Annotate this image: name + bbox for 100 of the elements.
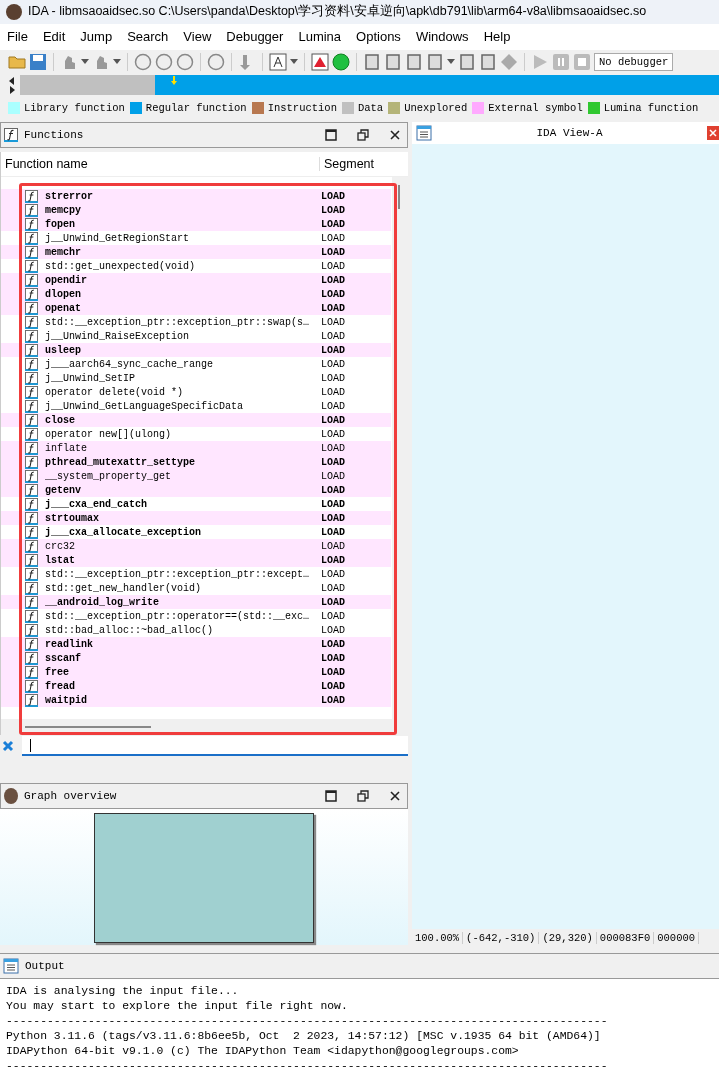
column-header[interactable]: Segment [320, 157, 375, 172]
save-icon[interactable] [29, 52, 47, 71]
menu-item[interactable]: Jump [79, 29, 121, 45]
function-icon [25, 651, 38, 665]
segment-name: LOAD [321, 260, 345, 272]
function-name: strtoumax [45, 512, 100, 524]
function-icon [25, 595, 38, 609]
function-name: std::get_unexpected(void) [45, 260, 197, 272]
function-row[interactable]: waitpid LOAD [1, 693, 391, 708]
function-row[interactable]: lstat LOAD [1, 553, 391, 568]
close-icon[interactable] [389, 790, 401, 803]
menu-item[interactable]: Windows [414, 29, 477, 45]
filter-field[interactable] [22, 736, 408, 757]
caret-icon[interactable] [447, 58, 455, 65]
segment-name: LOAD [321, 344, 345, 356]
menu-item[interactable]: File [6, 29, 36, 45]
segment-name: LOAD [321, 400, 345, 412]
function-row[interactable]: __system_property_get LOAD [1, 469, 391, 484]
function-row[interactable]: memcpy LOAD [1, 203, 391, 218]
segment-name: LOAD [321, 288, 345, 300]
restore-icon[interactable] [357, 129, 369, 142]
menu-item[interactable]: View [182, 29, 220, 45]
function-row[interactable]: strerror LOAD [1, 189, 391, 204]
segment-name: LOAD [321, 302, 345, 314]
function-name: readlink [45, 638, 94, 650]
function-name: lstat [45, 554, 76, 566]
menu-item[interactable]: Search [126, 29, 177, 45]
segment-name: LOAD [321, 204, 345, 216]
function-name: fopen [45, 218, 76, 230]
legend-label: Regular function [145, 102, 247, 115]
function-row[interactable]: readlink LOAD [1, 637, 391, 652]
caret-icon[interactable] [290, 58, 298, 65]
stop-icon[interactable] [573, 52, 591, 71]
panel-title: Graph overview [24, 790, 117, 803]
function-row[interactable]: inflate LOAD [1, 441, 391, 456]
function-row[interactable]: opendir LOAD [1, 273, 391, 288]
function-icon [25, 665, 38, 679]
segment-name: LOAD [321, 596, 345, 608]
clear-icon[interactable] [2, 740, 14, 753]
graph-viewport[interactable] [94, 813, 314, 944]
pause-icon[interactable] [552, 52, 570, 71]
segment-name: LOAD [321, 274, 345, 286]
function-row[interactable]: dlopen LOAD [1, 287, 391, 302]
output-line: ---------------------------------------------------------------------------------------- [6, 1059, 609, 1075]
caret-icon[interactable] [113, 58, 121, 65]
legend-label: Library function [24, 102, 125, 115]
function-name: __android_log_write [45, 596, 161, 608]
function-name: __system_property_get [45, 470, 173, 482]
function-row[interactable]: __android_log_write LOAD [1, 595, 391, 610]
debugger-select[interactable]: No debugger [594, 52, 674, 71]
menu-item[interactable]: Edit [41, 29, 74, 45]
maximize-icon[interactable] [325, 129, 337, 142]
function-row[interactable]: usleep LOAD [1, 343, 391, 358]
diamond-icon[interactable] [500, 52, 518, 71]
function-name: j__Unwind_SetIP [45, 372, 136, 384]
function-row[interactable]: strtoumax LOAD [1, 511, 391, 526]
function-name: waitpid [45, 694, 88, 706]
maximize-icon[interactable] [325, 790, 337, 803]
function-icon [25, 539, 38, 553]
function-name: pthread_mutexattr_settype [45, 456, 197, 468]
function-icon [25, 553, 38, 567]
output-line: IDA is analysing the input file... [6, 984, 240, 1000]
column-header[interactable]: Function name [1, 157, 320, 172]
restore-icon[interactable] [357, 790, 369, 803]
function-icon [25, 189, 38, 203]
function-row[interactable]: close LOAD [1, 413, 391, 428]
panel-title: Output [25, 960, 65, 973]
function-row[interactable]: openat LOAD [1, 301, 391, 316]
function-row[interactable]: fopen LOAD [1, 217, 391, 232]
circle-icon[interactable] [332, 52, 350, 71]
close-icon[interactable] [389, 129, 401, 142]
caret-icon[interactable] [81, 58, 89, 65]
function-icon [25, 287, 38, 301]
square-icon[interactable] [458, 52, 476, 71]
function-row[interactable]: getenv LOAD [1, 483, 391, 498]
segment-name: LOAD [321, 246, 345, 258]
legend-label: Unexplored [404, 102, 468, 115]
segment-name: LOAD [321, 624, 345, 636]
status-field: 100.00% [412, 932, 464, 945]
menu-item[interactable]: Help [482, 29, 519, 45]
function-name: sscanf [45, 652, 82, 664]
menu-item[interactable]: Options [355, 29, 409, 45]
function-row[interactable]: sscanf LOAD [1, 651, 391, 666]
function-icon [25, 637, 38, 651]
function-icon [25, 427, 38, 441]
function-name: j__Unwind_RaiseException [45, 330, 191, 342]
segment-name: LOAD [321, 442, 345, 454]
menu-item[interactable]: Lumina [297, 29, 350, 45]
function-icon [25, 581, 38, 595]
menu-item[interactable]: Debugger [225, 29, 292, 45]
warning-icon[interactable] [311, 52, 329, 71]
function-row[interactable]: fread LOAD [1, 679, 391, 694]
function-row[interactable]: memchr LOAD [1, 245, 391, 260]
segment-name: LOAD [321, 680, 345, 692]
letter-box-icon[interactable] [269, 52, 287, 71]
function-row[interactable]: crc32 LOAD [1, 539, 391, 554]
function-name: std::__exception_ptr::exception_ptr::swap(s… [45, 316, 311, 328]
function-row[interactable]: pthread_mutexattr_settype LOAD [1, 455, 391, 470]
scroll-arrows-icon[interactable] [8, 75, 16, 96]
function-row[interactable]: free LOAD [1, 665, 391, 680]
